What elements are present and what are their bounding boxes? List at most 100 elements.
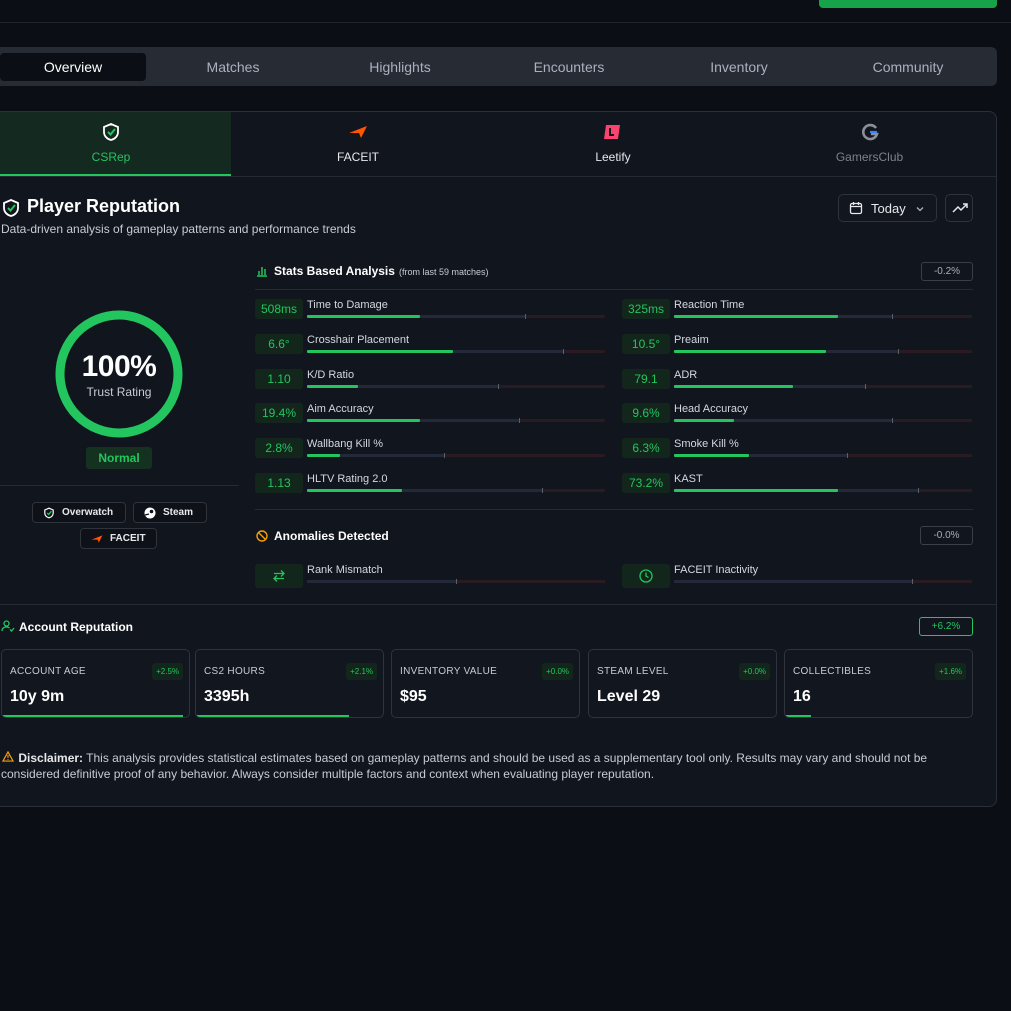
divider (255, 289, 973, 290)
stat-card-account-age: ACCOUNT AGE +2.5% 10y 9m (1, 649, 190, 718)
stat-card-inventory-value: INVENTORY VALUE +0.0% $95 (391, 649, 580, 718)
stat-card-cs2-hours: CS2 HOURS +2.1% 3395h (195, 649, 384, 718)
main-tab-bar: Overview Matches Highlights Encounters I… (0, 47, 997, 86)
provider-tab-gamersclub[interactable]: GamersClub (741, 112, 996, 176)
metric-threshold-tick (847, 453, 848, 458)
ban-icon (256, 530, 268, 542)
card-progress-bar (785, 715, 812, 717)
chevron-down-icon (916, 207, 924, 212)
card-value: 3395h (204, 688, 250, 705)
metric-threshold-tick (525, 314, 526, 319)
metric-row[interactable]: 79.1 ADR (622, 369, 974, 395)
bar-chart-icon (257, 267, 267, 277)
metric-threshold-tick (542, 488, 543, 493)
provider-tab-faceit[interactable]: FACEIT (231, 112, 485, 176)
metric-row[interactable]: 6.3% Smoke Kill % (622, 438, 974, 464)
trend-button[interactable] (945, 194, 973, 222)
tab-community[interactable]: Community (833, 53, 983, 81)
anomaly-name: FACEIT Inactivity (674, 564, 759, 576)
card-label: STEAM LEVEL (597, 666, 669, 677)
tab-highlights[interactable]: Highlights (325, 53, 475, 81)
card-progress-bar (2, 715, 184, 717)
steam-badge[interactable]: Steam (133, 502, 207, 523)
provider-label: Leetify (595, 150, 631, 164)
card-label: COLLECTIBLES (793, 666, 872, 677)
metric-value: 2.8% (255, 438, 303, 458)
metric-value: 9.6% (622, 403, 670, 423)
clock-icon (639, 569, 653, 583)
metric-row[interactable]: 1.10 K/D Ratio (255, 369, 607, 395)
metric-fill (674, 454, 749, 457)
metric-row[interactable]: 10.5° Preaim (622, 334, 974, 360)
metric-row[interactable]: 19.4% Aim Accuracy (255, 403, 607, 429)
metric-value: 19.4% (255, 403, 303, 423)
metric-fill (674, 419, 734, 422)
card-delta-badge: +2.5% (152, 663, 183, 680)
metric-row[interactable]: 1.13 HLTV Rating 2.0 (255, 473, 607, 499)
disclaimer-label: Disclaimer: (18, 751, 84, 765)
faceit-badge[interactable]: FACEIT (80, 528, 157, 549)
provider-label: FACEIT (336, 150, 379, 164)
metric-fill (307, 385, 358, 388)
metric-row[interactable]: 508ms Time to Damage (255, 299, 607, 325)
metric-value: 10.5° (622, 334, 670, 354)
badge-label: FACEIT (110, 533, 146, 544)
tab-encounters[interactable]: Encounters (494, 53, 644, 81)
metric-threshold-tick (865, 384, 866, 389)
metric-row[interactable]: 73.2% KAST (622, 473, 974, 499)
metric-threshold-tick (519, 418, 520, 423)
metric-fill (307, 489, 402, 492)
metric-row[interactable]: 325ms Reaction Time (622, 299, 974, 325)
metric-name: HLTV Rating 2.0 (307, 473, 388, 485)
metric-track (307, 453, 605, 458)
metric-row[interactable]: 2.8% Wallbang Kill % (255, 438, 607, 464)
card-label: ACCOUNT AGE (10, 666, 86, 677)
card-delta-badge: +0.0% (739, 663, 770, 680)
page-title: Player Reputation (27, 196, 181, 216)
metric-track (674, 453, 972, 458)
anomaly-item[interactable]: FACEIT Inactivity (622, 564, 974, 590)
tab-overview[interactable]: Overview (0, 53, 146, 81)
badge-label: Overwatch (62, 507, 114, 518)
trending-up-icon (952, 203, 968, 213)
swap-icon (273, 570, 285, 582)
anomalies-title: Anomalies Detected (274, 529, 389, 543)
metric-row[interactable]: 6.6° Crosshair Placement (255, 334, 607, 360)
status-badge: Normal (86, 447, 152, 469)
metric-row[interactable]: 9.6% Head Accuracy (622, 403, 974, 429)
divider (0, 485, 239, 486)
card-delta-badge: +0.0% (542, 663, 573, 680)
warning-icon (1, 751, 15, 762)
metric-value: 79.1 (622, 369, 670, 389)
provider-tab-csrep[interactable]: CSRep (0, 112, 231, 176)
tab-matches[interactable]: Matches (158, 53, 308, 81)
metric-name: Crosshair Placement (307, 334, 410, 346)
metric-fill (307, 419, 420, 422)
metric-name: Smoke Kill % (674, 438, 739, 450)
card-label: CS2 HOURS (204, 666, 266, 677)
disclaimer: Disclaimer: This analysis provides stati… (1, 750, 971, 782)
metric-track (307, 384, 605, 389)
date-range-dropdown[interactable]: Today (838, 194, 937, 222)
stats-title: Stats Based Analysis (274, 264, 395, 278)
metric-fill (674, 489, 838, 492)
anomaly-icon-box (255, 564, 303, 588)
metric-fill (674, 350, 826, 353)
overwatch-badge[interactable]: Overwatch (32, 502, 126, 523)
stats-delta-badge: -0.2% (921, 262, 973, 281)
tab-inventory[interactable]: Inventory (664, 53, 814, 81)
card-value: Level 29 (597, 688, 661, 705)
provider-tab-leetify[interactable]: Leetify (485, 112, 741, 176)
user-check-icon (1, 620, 15, 632)
anomaly-icon-box (622, 564, 670, 588)
calendar-icon (849, 202, 863, 215)
metric-threshold-tick (898, 349, 899, 354)
metric-name: K/D Ratio (307, 369, 355, 381)
metric-name: Wallbang Kill % (307, 438, 384, 450)
metric-fill (674, 385, 793, 388)
anomaly-item[interactable]: Rank Mismatch (255, 564, 607, 590)
metric-value: 6.6° (255, 334, 303, 354)
metric-value: 508ms (255, 299, 303, 319)
top-action-button[interactable] (819, 0, 997, 8)
card-progress-bar (196, 715, 350, 717)
